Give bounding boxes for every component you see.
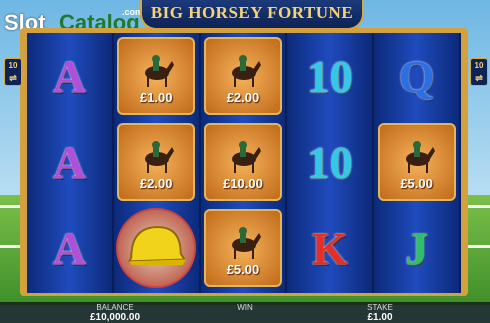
prize-value: £2.00 <box>226 90 260 105</box>
reel-cell: £10.00 <box>201 119 286 205</box>
letter-symbol: A <box>52 222 87 274</box>
letter-symbol: 10 <box>306 136 353 188</box>
reel-cell: Q <box>374 33 459 119</box>
horse-prize-symbol: £10.00 <box>203 123 282 201</box>
paylines-count: 10 <box>8 61 18 70</box>
horse-prize-symbol: £5.00 <box>203 209 282 287</box>
reel-5: Q £5.00 J <box>374 33 461 293</box>
reel-cell: £2.00 <box>201 33 286 119</box>
stake-value: £1.00 <box>367 312 393 323</box>
reel-cell: 10 <box>287 119 372 205</box>
letter-symbol: Q <box>398 50 435 102</box>
status-bar: BALANCE £10,000.00 WIN STAKE £1.00 <box>0 302 490 323</box>
letter-symbol: 10 <box>306 50 353 102</box>
paylines-count: 10 <box>474 61 484 70</box>
racehorse-icon <box>400 133 436 175</box>
reel-cell <box>114 205 199 291</box>
prize-value: £2.00 <box>139 176 173 191</box>
reel-cell: £2.00 <box>114 119 199 205</box>
win-label: WIN <box>237 303 253 312</box>
horse-prize-symbol: £2.00 <box>117 123 196 201</box>
paylines-badge-right: 10 ⇌ <box>470 58 488 86</box>
prize-value: £5.00 <box>226 262 260 277</box>
paylines-badge-left: 10 ⇌ <box>4 58 22 86</box>
horse-prize-symbol: £1.00 <box>117 37 196 115</box>
reel-cell: A <box>27 119 112 205</box>
reel-3: £2.00 £10.00 £5.00 <box>200 33 288 293</box>
reel-cell: £5.00 <box>201 205 286 291</box>
prize-value: £1.00 <box>139 90 173 105</box>
horse-prize-symbol: £2.00 <box>203 37 282 115</box>
racehorse-icon <box>139 133 175 175</box>
jockey-helmet-icon <box>116 208 197 288</box>
reel-cell: K <box>287 205 372 291</box>
letter-symbol: K <box>311 222 348 274</box>
stake-label: STAKE <box>367 303 393 312</box>
racehorse-icon <box>226 133 262 175</box>
prize-value: £5.00 <box>400 176 433 191</box>
reel-cell: J <box>374 205 459 291</box>
racehorse-icon <box>226 219 262 261</box>
balance-label: BALANCE <box>96 303 134 312</box>
game-title: BIG HORSEY FORTUNE <box>150 3 354 22</box>
reel-cell: 10 <box>287 33 372 119</box>
reel-cell: £5.00 <box>374 119 459 205</box>
reel-1: AAA <box>27 33 114 293</box>
racehorse-icon <box>139 47 175 89</box>
letter-symbol: A <box>52 50 87 102</box>
balance-value: £10,000.00 <box>89 312 141 323</box>
reel-grid: A A A £1.00 £2.00 £2.00 £10.00 £5.00 10 10 K Q £5.00… <box>27 33 461 293</box>
letter-symbol: J <box>405 222 429 274</box>
reel-cell: A <box>27 205 112 291</box>
reel-4: 10 10 K <box>287 33 375 293</box>
horse-prize-symbol: £5.00 <box>377 123 456 201</box>
game-title-banner: BIG HORSEY FORTUNE <box>140 0 364 30</box>
prize-value: £10.00 <box>223 176 263 191</box>
reel-cell: £1.00 <box>114 33 199 119</box>
letter-symbol: A <box>52 136 87 188</box>
racehorse-icon <box>226 47 262 89</box>
reel-cell: A <box>27 33 112 119</box>
reel-2: £1.00 £2.00 <box>113 33 201 293</box>
